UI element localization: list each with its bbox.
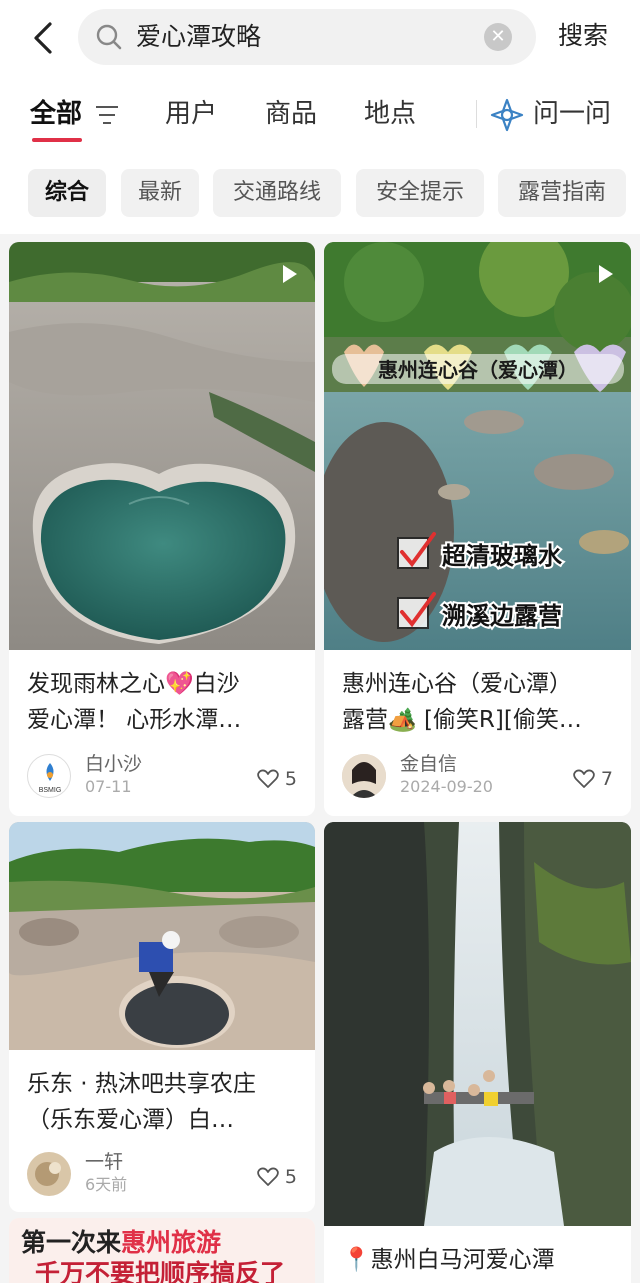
clear-icon[interactable]: ✕ [484,23,512,51]
chevron-left-icon [34,22,52,54]
chip-transport-route[interactable]: 交通路线 [213,169,341,217]
search-button[interactable]: 搜索 [558,18,608,54]
like-button[interactable]: 5 [257,766,297,792]
note-title: 乐东 · 热沐吧共享农庄 （乐东爱心潭）白… [27,1071,256,1133]
cover-check-1: 超清玻璃水 [442,542,563,570]
ask-ai-icon[interactable] [490,98,524,132]
post-date: 07-11 [85,777,132,796]
tab-products[interactable]: 商品 [265,96,317,132]
tab-ask[interactable]: 问一问 [533,96,611,132]
tab-divider [476,100,477,128]
heart-icon [257,1167,279,1186]
note-cover-image [324,822,631,1226]
banner-text-line2: 千万不要把顺序搞反了 [35,1259,285,1283]
heart-icon [573,769,595,788]
results-feed: 发现雨林之心💖白沙 爱心潭！ 心形水潭… BSMIG 白小沙 07-11 5 惠… [0,234,640,1283]
like-count: 7 [600,768,613,790]
chip-safety-tips[interactable]: 安全提示 [356,169,484,217]
chip-comprehensive[interactable]: 综合 [28,169,106,217]
post-date: 2024-09-20 [400,777,493,796]
avatar [27,1152,71,1196]
post-date: 6天前 [85,1175,128,1194]
search-input[interactable]: 爱心潭攻略 ✕ [78,9,536,65]
banner-text-first-time: 第一次来 [21,1228,122,1257]
note-card[interactable]: 📍惠州白马河爱心潭 [324,822,631,1283]
like-button[interactable]: 5 [257,1164,297,1190]
search-query: 爱心潭攻略 [136,22,262,51]
note-title: 发现雨林之心💖白沙 爱心潭！ 心形水潭… [27,671,242,733]
avatar [342,754,386,798]
note-cover-image [9,822,315,1050]
author-name: 一轩 [85,1151,124,1173]
like-count: 5 [284,1166,297,1188]
note-card[interactable]: 第一次来惠州旅游 千万不要把顺序搞反了 [9,1218,315,1283]
tab-users[interactable]: 用户 [165,96,217,132]
filter-icon[interactable] [95,104,119,126]
svg-text:第一次来惠州旅游: 第一次来惠州旅游 [21,1228,221,1257]
note-card[interactable]: 发现雨林之心💖白沙 爱心潭！ 心形水潭… BSMIG 白小沙 07-11 5 [9,242,315,816]
search-icon [96,24,122,50]
banner-text-huizhou-travel: 惠州旅游 [121,1228,221,1257]
active-tab-indicator [32,138,82,142]
like-button[interactable]: 7 [573,766,613,792]
video-play-icon [283,265,297,283]
note-cover-image [9,242,315,650]
top-bar: 爱心潭攻略 ✕ 搜索 [0,0,640,76]
note-cover-image: 惠州连心谷（爱心潭） 超清玻璃水 溯溪边露营 [324,242,631,650]
avatar: BSMIG [27,754,71,798]
note-title: 📍惠州白马河爱心潭 [342,1247,555,1273]
tab-places[interactable]: 地点 [364,96,416,132]
note-card[interactable]: 乐东 · 热沐吧共享农庄 （乐东爱心潭）白… 一轩 6天前 5 [9,822,315,1212]
heart-icon [257,769,279,788]
cover-check-2: 溯溪边露营 [442,602,562,630]
back-button[interactable] [28,18,58,58]
avatar-logo-text: BSMIG [39,787,62,794]
filter-chips: 综合 最新 交通路线 安全提示 露营指南 [0,152,640,234]
tab-all[interactable]: 全部 [30,96,82,132]
video-play-icon [599,265,613,283]
chip-latest[interactable]: 最新 [121,169,199,217]
like-count: 5 [284,768,297,790]
author-name: 白小沙 [85,753,143,775]
note-card[interactable]: 惠州连心谷（爱心潭） 超清玻璃水 溯溪边露营 惠州连心谷（爱心潭） 露营🏕️ [… [324,242,631,816]
chip-camping-guide[interactable]: 露营指南 [498,169,626,217]
cover-overlay-title: 惠州连心谷（爱心潭） [378,358,578,382]
note-cover-image: 第一次来惠州旅游 千万不要把顺序搞反了 [9,1218,315,1283]
note-title: 惠州连心谷（爱心潭） 露营🏕️ [偷笑R][偷笑… [342,671,582,733]
author-name: 金自信 [400,753,458,775]
category-tabs: 全部 用户 商品 地点 问一问 [0,76,640,152]
